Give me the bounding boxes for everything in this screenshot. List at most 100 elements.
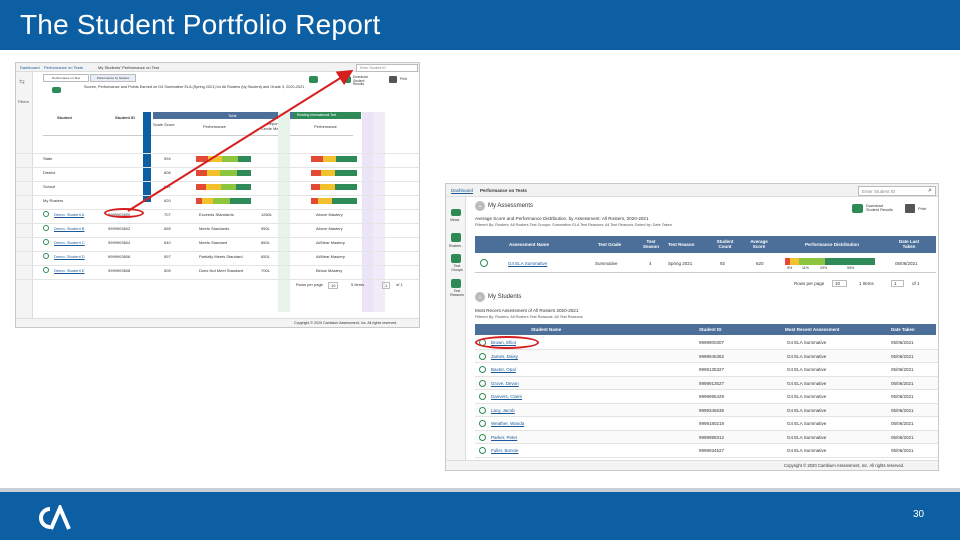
- student-row[interactable]: Brown, Elliot 9999900307 G4 ELA Summative 0…: [475, 336, 938, 350]
- student-row[interactable]: Weather, Wanda 9999180219 G4 ELA Summative…: [475, 417, 938, 431]
- magnifier-icon[interactable]: [479, 447, 486, 454]
- col-performance[interactable]: Performance: [203, 124, 226, 129]
- slide-title: The Student Portfolio Report: [20, 9, 381, 40]
- distribution-bar-2: [311, 156, 357, 162]
- col-date-last-taken[interactable]: Date Last Taken: [893, 239, 925, 249]
- student-link[interactable]: Demo, Student A: [54, 212, 84, 217]
- student-id: 9999995429: [699, 394, 725, 399]
- nav-test-reasons[interactable]: Test Reasons: [449, 289, 465, 297]
- download-button[interactable]: [342, 76, 351, 83]
- student-row[interactable]: Lacy, Jacob 9999345636 G4 ELA Summative 05/…: [475, 403, 938, 417]
- student-row[interactable]: James, Daisy 9999945362 G4 ELA Summative 05…: [475, 349, 938, 363]
- magnifier-icon[interactable]: [479, 352, 486, 360]
- magnifier-icon[interactable]: [480, 259, 488, 267]
- col-most-recent-assessment[interactable]: Most Recent Assessment: [785, 327, 839, 332]
- magnifier-icon[interactable]: [43, 267, 49, 273]
- tab-performance-on-test[interactable]: Performance on Test: [43, 74, 89, 82]
- breadcrumb-performance-on-tests[interactable]: Performance on Tests: [44, 65, 83, 70]
- magnifier-icon[interactable]: [43, 225, 49, 231]
- col-student[interactable]: Student: [57, 115, 72, 120]
- student-link[interactable]: Demo, Student D: [54, 254, 85, 259]
- nav-test-groups[interactable]: Test Groups: [449, 264, 465, 272]
- magnifier-icon[interactable]: [479, 366, 486, 373]
- student-row[interactable]: Parker, Peter 9999999312 G4 ELA Summative 0…: [475, 430, 938, 444]
- group-reading-info: Reading Informational Text: [297, 113, 337, 117]
- assessment-row[interactable]: G4 ELA Summative Summative 4 Spring 2021…: [475, 253, 936, 273]
- magnifier-icon[interactable]: [479, 379, 486, 387]
- col-assessment-name[interactable]: Assessment Name: [509, 242, 549, 247]
- col-student-id[interactable]: Student ID: [115, 115, 135, 120]
- filters-label[interactable]: Filters: [18, 99, 29, 104]
- print-icon[interactable]: [389, 76, 397, 83]
- student-name-link[interactable]: James, Daisy: [491, 354, 518, 359]
- student-link[interactable]: Demo, Student E: [54, 268, 84, 273]
- distribution-bar-2: [311, 184, 357, 190]
- magnifier-icon[interactable]: [479, 406, 486, 414]
- col-scale-score[interactable]: Scale Score: [153, 122, 177, 127]
- student-link[interactable]: Demo, Student B: [54, 226, 84, 231]
- download-label: Download Student Results: [353, 75, 368, 87]
- student-assessment: G4 ELA Summative: [787, 434, 827, 440]
- student-row[interactable]: Baxter, Opal 9999135327 G4 ELA Summative 05…: [475, 363, 938, 377]
- collapse-icon[interactable]: ⌄: [475, 292, 485, 302]
- student-date: 05/06/2021: [891, 394, 914, 399]
- students-filter: Filtered By: Rosters: All Rosters Test R…: [475, 315, 583, 319]
- student-search-input[interactable]: Enter Student ID: [356, 64, 418, 72]
- col-test-reason[interactable]: Test Reason: [668, 242, 694, 247]
- breadcrumb-dashboard[interactable]: Dashboard: [20, 65, 40, 70]
- magnifier-icon[interactable]: [43, 211, 49, 217]
- collapse-icon[interactable]: ⇆: [19, 78, 25, 86]
- collapse-icon[interactable]: ⌄: [475, 201, 485, 211]
- col-student-id[interactable]: Student ID: [699, 327, 722, 332]
- col-student-count[interactable]: Student Count: [711, 239, 739, 249]
- magnifier-icon[interactable]: [43, 253, 49, 259]
- magnifier-icon[interactable]: [43, 239, 49, 245]
- student-name-link[interactable]: Fuller, Bonnie: [491, 448, 519, 453]
- student-date: 05/06/2021: [891, 353, 914, 359]
- student-name-link[interactable]: Danvers, Claire: [491, 394, 522, 399]
- print-icon[interactable]: [905, 204, 915, 213]
- col-test-grade[interactable]: Test Grade: [598, 242, 621, 247]
- assessment-link[interactable]: G4 ELA Summative: [508, 261, 547, 266]
- nav-views[interactable]: Views: [450, 218, 459, 222]
- student-link[interactable]: Demo, Student C: [54, 240, 85, 245]
- student-id: 9999180219: [699, 421, 725, 426]
- col-performance-distribution[interactable]: Performance Distribution: [805, 242, 859, 247]
- student-date: 05/06/2021: [891, 380, 914, 386]
- student-row[interactable]: Fuller, Bonnie 9999934527 G4 ELA Summative…: [475, 444, 938, 458]
- col-average-score[interactable]: Average Score: [745, 239, 773, 249]
- show-hide-button[interactable]: [309, 76, 318, 83]
- student-assessment: G4 ELA Summative: [787, 407, 827, 413]
- tab-performance-by-student[interactable]: Performance by Student: [90, 74, 136, 82]
- roster-selector[interactable]: [42, 85, 72, 103]
- student-name-link[interactable]: Baxter, Opal: [491, 367, 516, 372]
- student-search-input[interactable]: Enter Student ID ⌕: [858, 186, 936, 196]
- col-performance-2[interactable]: Performance: [314, 124, 337, 129]
- student-name-link[interactable]: Parker, Peter: [491, 435, 517, 440]
- student-row[interactable]: Danvers, Claire 9999995429 G4 ELA Summativ…: [475, 390, 938, 404]
- magnifier-icon[interactable]: [479, 393, 486, 400]
- col-student-name[interactable]: Student Name: [531, 327, 561, 332]
- download-icon[interactable]: [852, 204, 863, 213]
- rows-per-page-select[interactable]: 10: [832, 280, 848, 287]
- students-title: My Students: [488, 294, 522, 300]
- search-icon: ⌕: [928, 187, 932, 194]
- magnifier-icon[interactable]: [479, 433, 486, 441]
- page-input[interactable]: 1: [382, 282, 391, 289]
- magnifier-icon[interactable]: [479, 420, 486, 427]
- company-logo: [39, 505, 71, 530]
- breadcrumb-dashboard[interactable]: Dashboard: [451, 188, 473, 193]
- distribution-bar: [196, 198, 251, 204]
- student-row[interactable]: Grove, Devon 9999913527 G4 ELA Summative 05…: [475, 376, 938, 390]
- students-subtitle: Most Recent Assessment of All Rosters 20…: [475, 308, 579, 313]
- student-name-link[interactable]: Weather, Wanda: [491, 421, 524, 426]
- col-test-season[interactable]: Test Season: [642, 239, 660, 249]
- student-name-link[interactable]: Lacy, Jacob: [491, 408, 515, 413]
- page-input[interactable]: 1: [891, 280, 904, 287]
- nav-rosters[interactable]: Rosters: [449, 244, 461, 248]
- student-date: 05/06/2021: [891, 367, 914, 372]
- student-name-link[interactable]: Grove, Devon: [491, 381, 519, 386]
- highlight-ellipse: [104, 208, 144, 218]
- col-date-taken[interactable]: Date Taken: [891, 327, 915, 332]
- rows-per-page-select[interactable]: 10: [328, 282, 339, 289]
